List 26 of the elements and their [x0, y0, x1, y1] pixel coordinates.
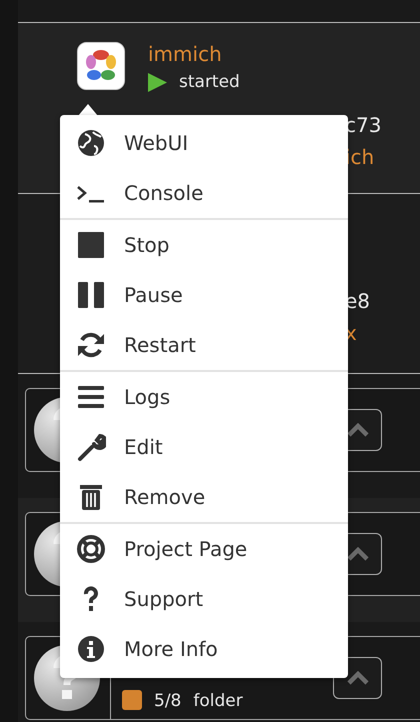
menu-item[interactable]: Restart: [60, 320, 348, 370]
status-text: started: [179, 72, 240, 92]
restart-icon: [76, 330, 106, 360]
menu-item[interactable]: Support: [60, 574, 348, 624]
globe-icon: [76, 128, 106, 158]
flower-app-icon: [77, 42, 125, 90]
lifebuoy-icon: [76, 534, 106, 564]
chevron-up-icon: [346, 423, 368, 437]
count-text: 5/8: [154, 691, 182, 711]
chevron-up-icon: [346, 671, 368, 685]
menu-item[interactable]: Console: [60, 168, 348, 218]
wrench-icon: [76, 432, 106, 462]
menu-item[interactable]: Edit: [60, 422, 348, 472]
folder-label: folder: [193, 691, 243, 711]
chevron-up-icon: [346, 547, 368, 561]
menu-item[interactable]: Pause: [60, 270, 348, 320]
menu-item[interactable]: Project Page: [60, 524, 348, 574]
info-icon: [76, 634, 106, 664]
menu-item[interactable]: WebUI: [60, 118, 348, 168]
container-name[interactable]: immich: [148, 42, 240, 66]
stop-icon: [76, 230, 106, 260]
pause-icon: [76, 280, 106, 310]
menu-item[interactable]: Remove: [60, 472, 348, 522]
menu-item[interactable]: Stop: [60, 220, 348, 270]
menu-item[interactable]: Logs: [60, 372, 348, 422]
menu-item[interactable]: More Info: [60, 624, 348, 674]
